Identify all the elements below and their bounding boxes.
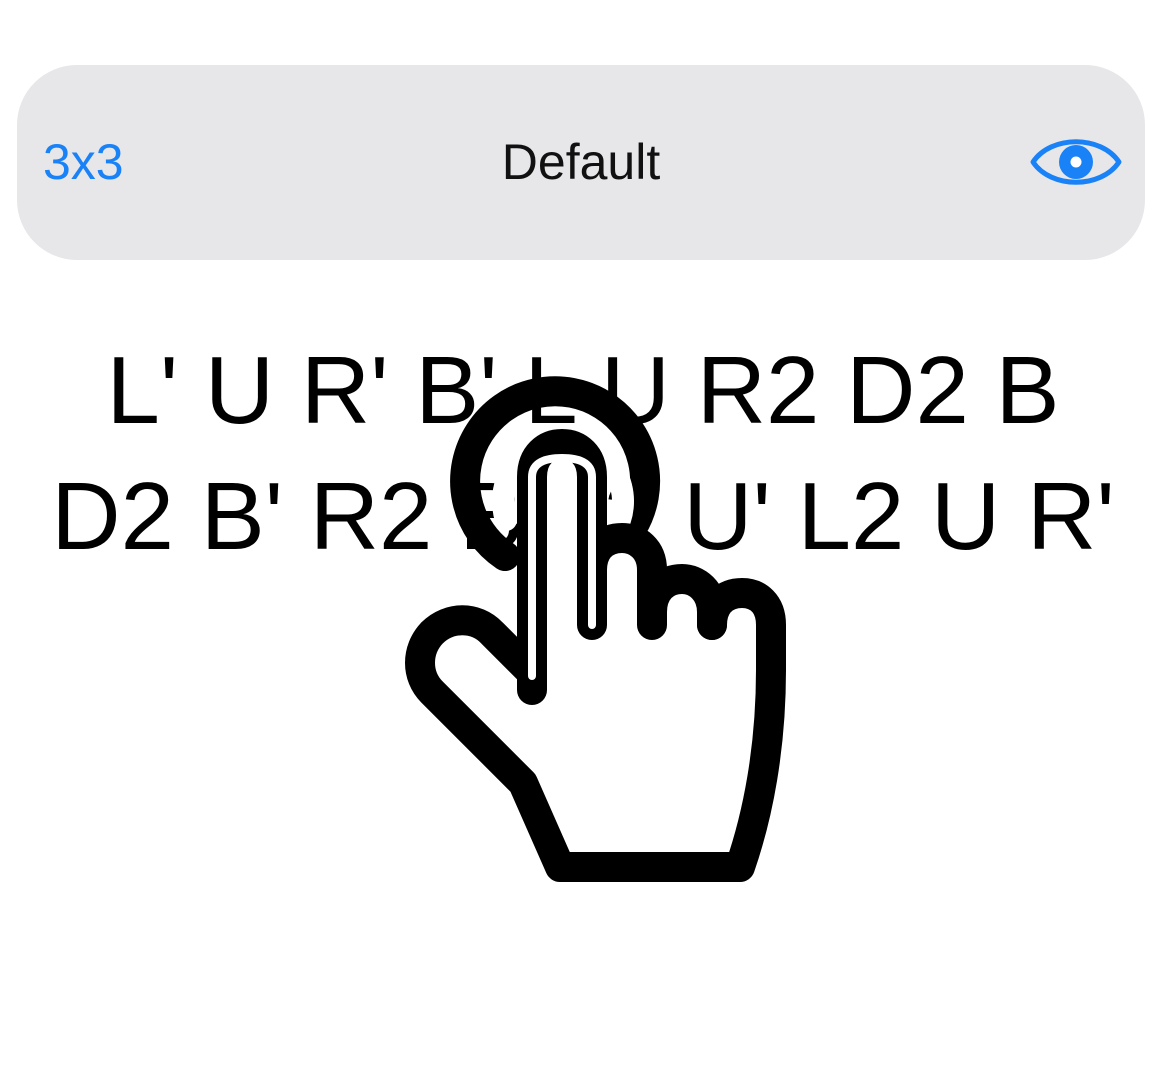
toolbar: 3x3 Default: [17, 65, 1145, 260]
scramble-text-line-2[interactable]: D2 B' R2 B L2 U' L2 U R': [0, 462, 1166, 572]
session-title[interactable]: Default: [17, 65, 1145, 260]
eye-icon: [1030, 139, 1122, 185]
toggle-visibility-button[interactable]: [1029, 131, 1123, 193]
scramble-text-line-1[interactable]: L' U R' B' L U R2 D2 B: [0, 336, 1166, 446]
